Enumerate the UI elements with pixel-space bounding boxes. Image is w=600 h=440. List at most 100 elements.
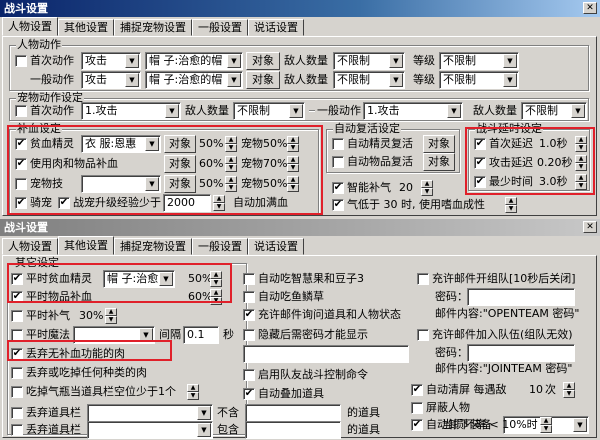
arrow-up-icon[interactable]: ▲: [213, 195, 225, 203]
tab-character-settings[interactable]: 人物设置: [2, 17, 58, 36]
spinner[interactable]: ▲ ▼: [225, 136, 237, 152]
arrow-up-icon[interactable]: ▲: [210, 271, 222, 279]
chevron-down-icon[interactable]: ▼: [571, 104, 585, 118]
arrow-down-icon[interactable]: ▼: [505, 205, 517, 213]
arrow-up-icon[interactable]: ▲: [225, 176, 237, 184]
heal-target-button-3[interactable]: 对象: [164, 175, 196, 193]
arrow-up-icon[interactable]: ▲: [187, 384, 199, 392]
arrow-up-icon[interactable]: ▲: [575, 155, 587, 163]
level-select-2[interactable]: 不限制 ▼: [439, 71, 519, 89]
idle-heal-magic-select[interactable]: 帽 子:治愈 ▼: [103, 270, 175, 288]
revive-target-button[interactable]: 对象: [423, 135, 455, 153]
spinner[interactable]: ▲ ▼: [225, 176, 237, 192]
spinner[interactable]: ▲ ▼: [287, 156, 299, 172]
arrow-up-icon[interactable]: ▲: [105, 308, 117, 316]
normal-action-item-select[interactable]: 帽 子:治愈的帽 ▼: [145, 71, 243, 89]
arrow-down-icon[interactable]: ▼: [287, 184, 299, 192]
pet-skill-select[interactable]: ▼: [81, 175, 161, 193]
meat-item-heal-checkbox[interactable]: ✔: [15, 158, 27, 170]
tab-speech-settings[interactable]: 说话设置: [248, 238, 304, 255]
first-action-item-select[interactable]: 帽 子:治愈的帽 ▼: [145, 52, 243, 70]
eat-mp-bottle-checkbox[interactable]: [11, 386, 23, 398]
close-icon[interactable]: ✕: [583, 2, 597, 14]
join-password-input[interactable]: [467, 344, 575, 362]
window-titlebar[interactable]: 战斗设置 ✕: [0, 219, 600, 236]
arrow-up-icon[interactable]: ▲: [287, 176, 299, 184]
arrow-down-icon[interactable]: ▼: [575, 163, 587, 171]
chevron-down-icon[interactable]: ▼: [227, 54, 241, 68]
arrow-down-icon[interactable]: ▼: [225, 164, 237, 172]
chevron-down-icon[interactable]: ▼: [165, 104, 179, 118]
arrow-up-icon[interactable]: ▲: [540, 417, 552, 425]
chevron-down-icon[interactable]: ▼: [159, 272, 173, 286]
normal-action-select[interactable]: 攻击 ▼: [81, 71, 141, 89]
mail-open-team-checkbox[interactable]: [417, 273, 429, 285]
first-action-checkbox[interactable]: [15, 55, 27, 67]
arrow-down-icon[interactable]: ▼: [540, 425, 552, 433]
spinner[interactable]: ▲ ▼: [187, 384, 199, 400]
first-action-select[interactable]: 攻击 ▼: [81, 52, 141, 70]
level-select[interactable]: 不限制 ▼: [439, 52, 519, 70]
arrow-down-icon[interactable]: ▼: [213, 203, 225, 211]
arrow-up-icon[interactable]: ▲: [575, 174, 587, 182]
arrow-down-icon[interactable]: ▼: [105, 316, 117, 324]
ride-pet-checkbox[interactable]: ✔: [15, 197, 27, 209]
chevron-down-icon[interactable]: ▼: [197, 423, 211, 437]
spinner[interactable]: ▲ ▼: [210, 271, 222, 287]
arrow-down-icon[interactable]: ▼: [210, 297, 222, 305]
chevron-down-icon[interactable]: ▼: [125, 73, 139, 87]
idle-item-heal-checkbox[interactable]: ✔: [11, 291, 23, 303]
chevron-down-icon[interactable]: ▼: [389, 73, 403, 87]
arrow-down-icon[interactable]: ▼: [575, 144, 587, 152]
discard-items-select-2[interactable]: ▼: [87, 421, 213, 439]
revive-item-checkbox[interactable]: [332, 156, 344, 168]
mail-join-team-checkbox[interactable]: [417, 329, 429, 341]
pet-exp-input[interactable]: 2000: [163, 194, 211, 212]
hide-characters-checkbox[interactable]: [411, 402, 423, 414]
pet-normal-action-select[interactable]: 1.攻击 ▼: [363, 102, 463, 120]
chevron-down-icon[interactable]: ▼: [145, 137, 159, 151]
tab-other-settings[interactable]: 其他设置: [58, 236, 114, 255]
first-delay-checkbox[interactable]: ✔: [474, 138, 486, 150]
attack-delay-checkbox[interactable]: ✔: [474, 157, 486, 169]
arrow-down-icon[interactable]: ▼: [287, 164, 299, 172]
pet-exp-checkbox[interactable]: ✔: [58, 197, 70, 209]
idle-magic-select[interactable]: ▼: [73, 326, 155, 344]
arrow-down-icon[interactable]: ▼: [575, 182, 587, 190]
auto-eat-fruit-checkbox[interactable]: [243, 273, 255, 285]
spinner[interactable]: ▲ ▼: [540, 417, 552, 433]
spinner[interactable]: ▲ ▼: [575, 136, 587, 152]
idle-heal-magic-checkbox[interactable]: ✔: [11, 273, 23, 285]
heal-target-button[interactable]: 对象: [164, 135, 196, 153]
arrow-down-icon[interactable]: ▼: [287, 144, 299, 152]
min-time-checkbox[interactable]: ✔: [474, 176, 486, 188]
auto-stack-checkbox[interactable]: ✔: [243, 388, 255, 400]
tab-other-settings[interactable]: 其他设置: [58, 19, 114, 36]
spinner[interactable]: ▲ ▼: [213, 195, 225, 211]
chevron-down-icon[interactable]: ▼: [447, 104, 461, 118]
chevron-down-icon[interactable]: ▼: [389, 54, 403, 68]
password-input[interactable]: [243, 345, 409, 363]
spinner[interactable]: ▲ ▼: [421, 180, 433, 196]
arrow-up-icon[interactable]: ▲: [421, 180, 433, 188]
arrow-down-icon[interactable]: ▼: [187, 392, 199, 400]
chevron-down-icon[interactable]: ▼: [503, 73, 517, 87]
team-control-checkbox[interactable]: [243, 369, 255, 381]
interval-input[interactable]: 0.1: [183, 326, 219, 344]
arrow-down-icon[interactable]: ▼: [225, 144, 237, 152]
smart-mp-checkbox[interactable]: ✔: [332, 182, 344, 194]
pet-first-action-select[interactable]: 1.攻击 ▼: [81, 102, 181, 120]
discard-any-meat-checkbox[interactable]: [11, 367, 23, 379]
tab-speech-settings[interactable]: 说话设置: [248, 19, 304, 36]
idle-magic-checkbox[interactable]: [11, 329, 23, 341]
tab-character-settings[interactable]: 人物设置: [2, 238, 58, 255]
spinner[interactable]: ▲ ▼: [287, 136, 299, 152]
arrow-up-icon[interactable]: ▲: [225, 156, 237, 164]
pet-first-action-checkbox[interactable]: [15, 105, 27, 117]
tab-capture-pet-settings[interactable]: 捕捉宠物设置: [114, 19, 192, 36]
arrow-up-icon[interactable]: ▲: [225, 136, 237, 144]
spinner[interactable]: ▲ ▼: [225, 156, 237, 172]
arrow-up-icon[interactable]: ▲: [287, 136, 299, 144]
hide-password-checkbox[interactable]: [243, 329, 255, 341]
enemy-count-select[interactable]: 不限制 ▼: [333, 52, 405, 70]
